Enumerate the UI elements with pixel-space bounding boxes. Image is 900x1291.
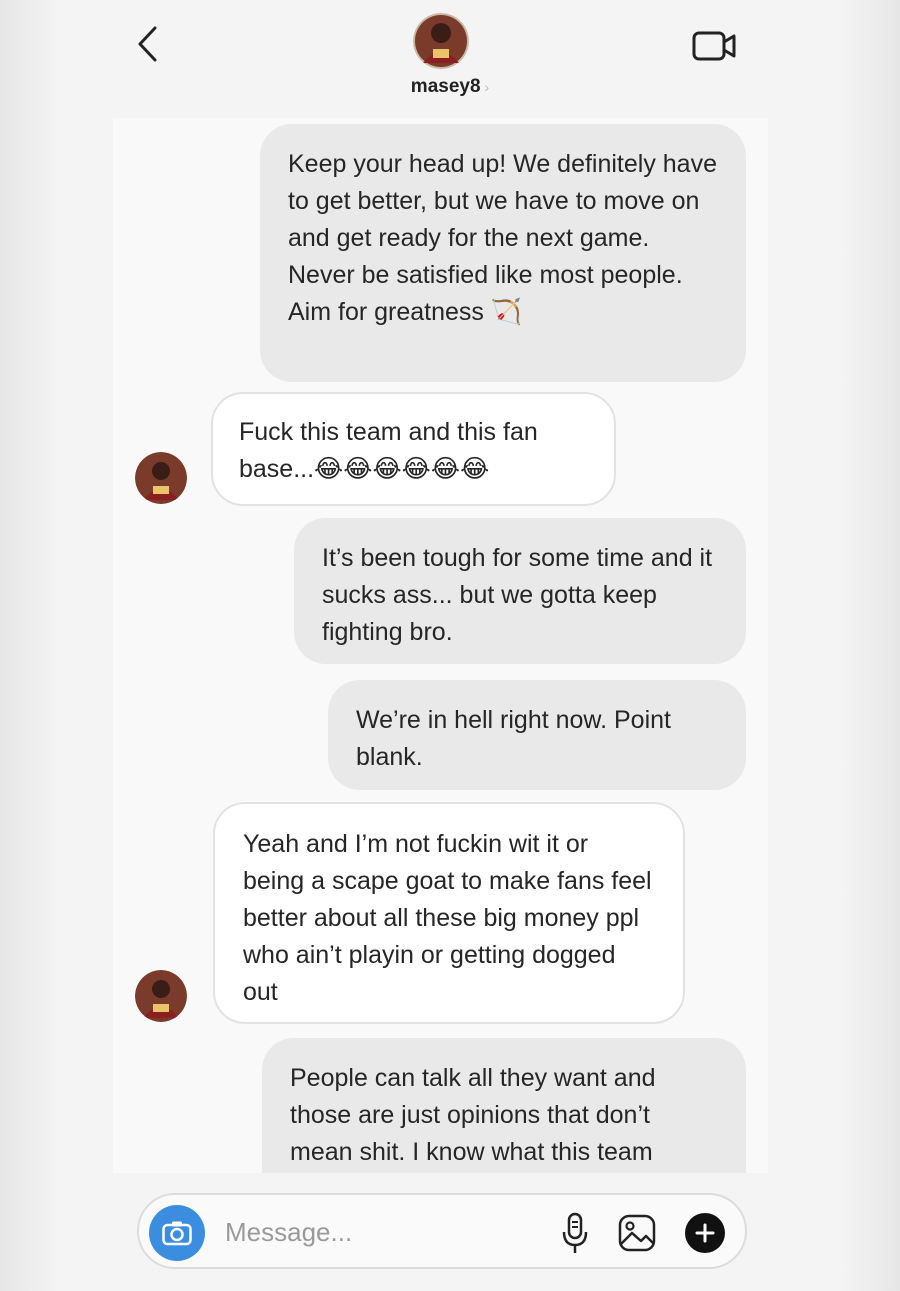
message-thread[interactable]: Keep your head up! We definitely have to…: [113, 118, 768, 1173]
video-camera-icon: [692, 31, 736, 61]
camera-icon: [162, 1221, 192, 1246]
avatar-image: [135, 452, 187, 504]
username-text: masey8: [410, 76, 481, 97]
chat-header: masey8 ›: [0, 0, 900, 118]
avatar-image: [135, 970, 187, 1022]
chevron-left-icon: [138, 26, 157, 62]
sender-avatar[interactable]: [135, 452, 187, 504]
message-text: Fuck this team and this fan base...😂😂😂😂😂…: [239, 418, 538, 483]
gallery-button[interactable]: [615, 1211, 659, 1255]
message-bubble-outgoing[interactable]: It’s been tough for some time and it suc…: [294, 518, 746, 664]
message-bubble-outgoing[interactable]: People can talk all they want and those …: [262, 1038, 746, 1173]
message-bubble-outgoing[interactable]: Keep your head up! We definitely have to…: [260, 124, 746, 382]
sender-avatar[interactable]: [135, 970, 187, 1022]
message-text: Yeah and I’m not fuckin wit it or being …: [243, 830, 652, 1006]
voice-message-button[interactable]: [557, 1211, 593, 1257]
message-text: It’s been tough for some time and it suc…: [322, 544, 713, 646]
more-options-button[interactable]: [685, 1213, 725, 1253]
microphone-icon: [562, 1212, 588, 1253]
message-text: People can talk all they want and those …: [290, 1064, 656, 1166]
message-bubble-incoming[interactable]: Yeah and I’m not fuckin wit it or being …: [213, 802, 685, 1024]
message-input[interactable]: [225, 1209, 525, 1255]
profile-avatar[interactable]: [413, 13, 469, 69]
username-label[interactable]: masey8 ›: [0, 76, 900, 98]
dm-screen: masey8 › Keep your head up! We definitely…: [0, 0, 900, 1291]
image-icon: [618, 1214, 656, 1252]
chevron-right-icon: ›: [484, 79, 490, 95]
back-button[interactable]: [128, 24, 168, 64]
video-call-button[interactable]: [690, 26, 740, 66]
plus-icon: [695, 1223, 715, 1243]
message-composer: [137, 1193, 747, 1269]
message-bubble-incoming[interactable]: Fuck this team and this fan base...😂😂😂😂😂…: [211, 392, 616, 506]
message-text: We’re in hell right now. Point blank.: [356, 706, 671, 771]
avatar-image: [413, 13, 469, 69]
message-text: Keep your head up! We definitely have to…: [288, 150, 717, 326]
camera-button[interactable]: [149, 1205, 205, 1261]
message-bubble-outgoing[interactable]: We’re in hell right now. Point blank.: [328, 680, 746, 790]
